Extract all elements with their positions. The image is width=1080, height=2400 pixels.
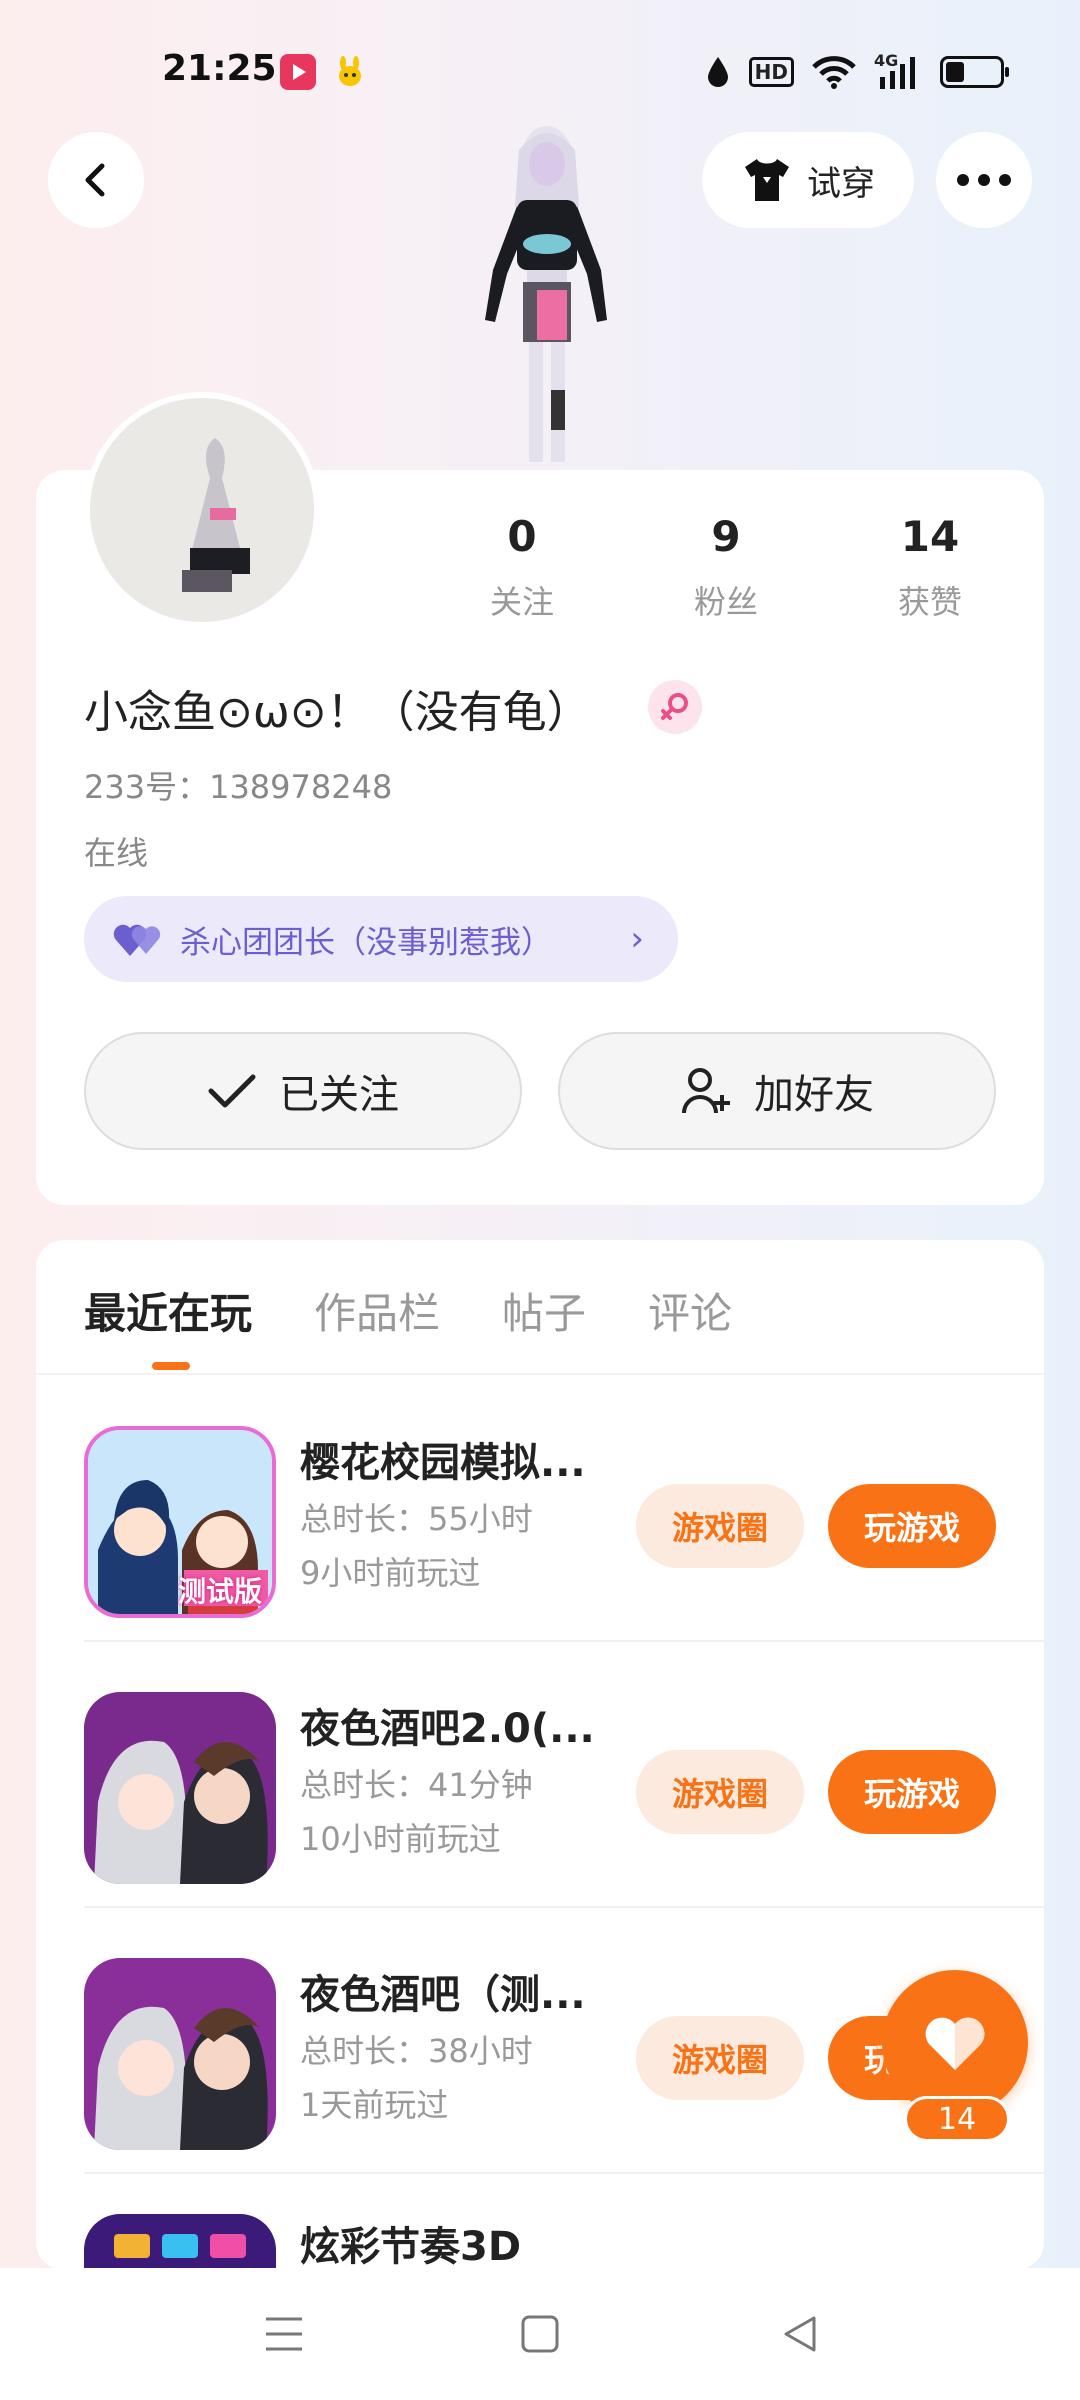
tab-comments[interactable]: 评论 [648, 1280, 732, 1341]
sakura-school-icon[interactable]: 测试版 [84, 1426, 276, 1618]
avatar[interactable] [84, 392, 320, 628]
water-drop-icon [707, 57, 728, 87]
game-circle-button[interactable]: 游戏圈 [636, 2016, 804, 2100]
home-icon[interactable] [514, 2308, 566, 2360]
stat-value: 9 [711, 512, 741, 561]
back-button[interactable] [48, 132, 144, 228]
status-icons: HD 4G [705, 50, 1009, 94]
night-bar-icon[interactable] [84, 1692, 276, 1884]
followed-label: 已关注 [279, 1072, 399, 1118]
title-chip[interactable]: 杀心团团长（没事别惹我） › [84, 896, 678, 982]
game-row[interactable]: 测试版 樱花校园模拟... 总时长：55小时 9小时前玩过 游戏圈 玩游戏 [36, 1376, 1044, 1642]
check-icon [208, 1074, 256, 1108]
game-row[interactable]: 炫彩节奏3D [36, 2174, 1044, 2270]
stat-label: 获赞 [897, 583, 962, 621]
stat-likes[interactable]: 14 获赞 [850, 512, 1010, 623]
tab-works[interactable]: 作品栏 [314, 1280, 440, 1341]
game-circle-button[interactable]: 游戏圈 [636, 1484, 804, 1568]
game-name: 夜色酒吧（测... [300, 1972, 586, 2018]
rhythm-game-icon[interactable] [84, 2214, 276, 2270]
game-last-played: 1天前玩过 [300, 2086, 449, 2124]
pet-app-icon [332, 54, 368, 90]
more-button[interactable] [936, 132, 1032, 228]
back-triangle-icon[interactable] [774, 2308, 826, 2360]
status-time: 21:25 [162, 48, 277, 89]
video-app-icon [280, 54, 316, 90]
more-icon [957, 174, 1011, 186]
game-duration: 总时长：38小时 [300, 2032, 533, 2070]
like-button[interactable] [882, 1970, 1028, 2116]
wifi-icon [812, 56, 856, 89]
battery-icon [940, 56, 1009, 88]
game-duration: 总时长：55小时 [300, 1500, 533, 1538]
game-name: 樱花校园模拟... [300, 1440, 586, 1486]
double-heart-icon [113, 924, 161, 956]
play-game-button[interactable]: 玩游戏 [828, 1750, 996, 1834]
game-last-played: 9小时前玩过 [300, 1554, 481, 1592]
stat-label: 粉丝 [693, 583, 758, 621]
back-icon [85, 163, 105, 197]
tryon-button[interactable]: 试穿 [702, 132, 914, 228]
tryon-label: 试穿 [807, 163, 875, 204]
test-badge: 测试版 [177, 1575, 262, 1608]
tab-recently-played[interactable]: 最近在玩 [84, 1280, 252, 1341]
night-bar-test-icon[interactable] [84, 1958, 276, 2150]
shirt-icon [745, 159, 789, 201]
nickname: 小念鱼⊙ω⊙！（没有龟） [84, 687, 591, 738]
add-friend-button[interactable]: 加好友 [558, 1032, 996, 1150]
user-id: 233号：138978248 [84, 768, 393, 806]
stat-value: 14 [900, 512, 960, 561]
hd-icon: HD [748, 57, 794, 87]
stat-value: 0 [507, 512, 537, 561]
game-circle-button[interactable]: 游戏圈 [636, 1750, 804, 1834]
signal-icon: 4G [874, 51, 922, 89]
title-chip-label: 杀心团团长（没事别惹我） [180, 924, 552, 961]
battery-fill [946, 62, 964, 82]
add-friend-label: 加好友 [754, 1072, 874, 1118]
menu-icon[interactable] [258, 2308, 310, 2360]
tab-bar: 最近在玩 作品栏 帖子 评论 [84, 1280, 732, 1341]
game-row[interactable]: 夜色酒吧2.0(... 总时长：41分钟 10小时前玩过 游戏圈 玩游戏 [36, 1642, 1044, 1908]
stat-fans[interactable]: 9 粉丝 [646, 512, 806, 623]
heart-icon [925, 2017, 985, 2070]
followed-button[interactable]: 已关注 [84, 1032, 522, 1150]
game-name: 夜色酒吧2.0(... [300, 1706, 595, 1752]
stat-label: 关注 [489, 583, 554, 621]
game-last-played: 10小时前玩过 [300, 1820, 501, 1858]
tabs-divider [36, 1373, 1044, 1375]
avatar-figure[interactable] [455, 120, 635, 470]
like-count: 14 [904, 2096, 1010, 2142]
play-game-button[interactable]: 玩游戏 [828, 1484, 996, 1568]
online-status: 在线 [84, 834, 149, 872]
chevron-right-icon: › [630, 919, 644, 959]
game-duration: 总时长：41分钟 [300, 1766, 533, 1804]
game-name: 炫彩节奏3D [300, 2224, 522, 2270]
network-type: 4G [874, 51, 899, 70]
system-nav-bar [0, 2268, 1080, 2400]
female-icon [648, 680, 702, 734]
tab-posts[interactable]: 帖子 [502, 1280, 586, 1341]
add-user-icon [682, 1068, 730, 1114]
content-card: 最近在玩 作品栏 帖子 评论 测试版 樱花校园模拟... 总时长：55小时 9小… [36, 1240, 1044, 2270]
stat-following[interactable]: 0 关注 [442, 512, 602, 623]
status-bar: 21:25 HD 4G [0, 0, 1080, 140]
tab-indicator [152, 1362, 190, 1370]
